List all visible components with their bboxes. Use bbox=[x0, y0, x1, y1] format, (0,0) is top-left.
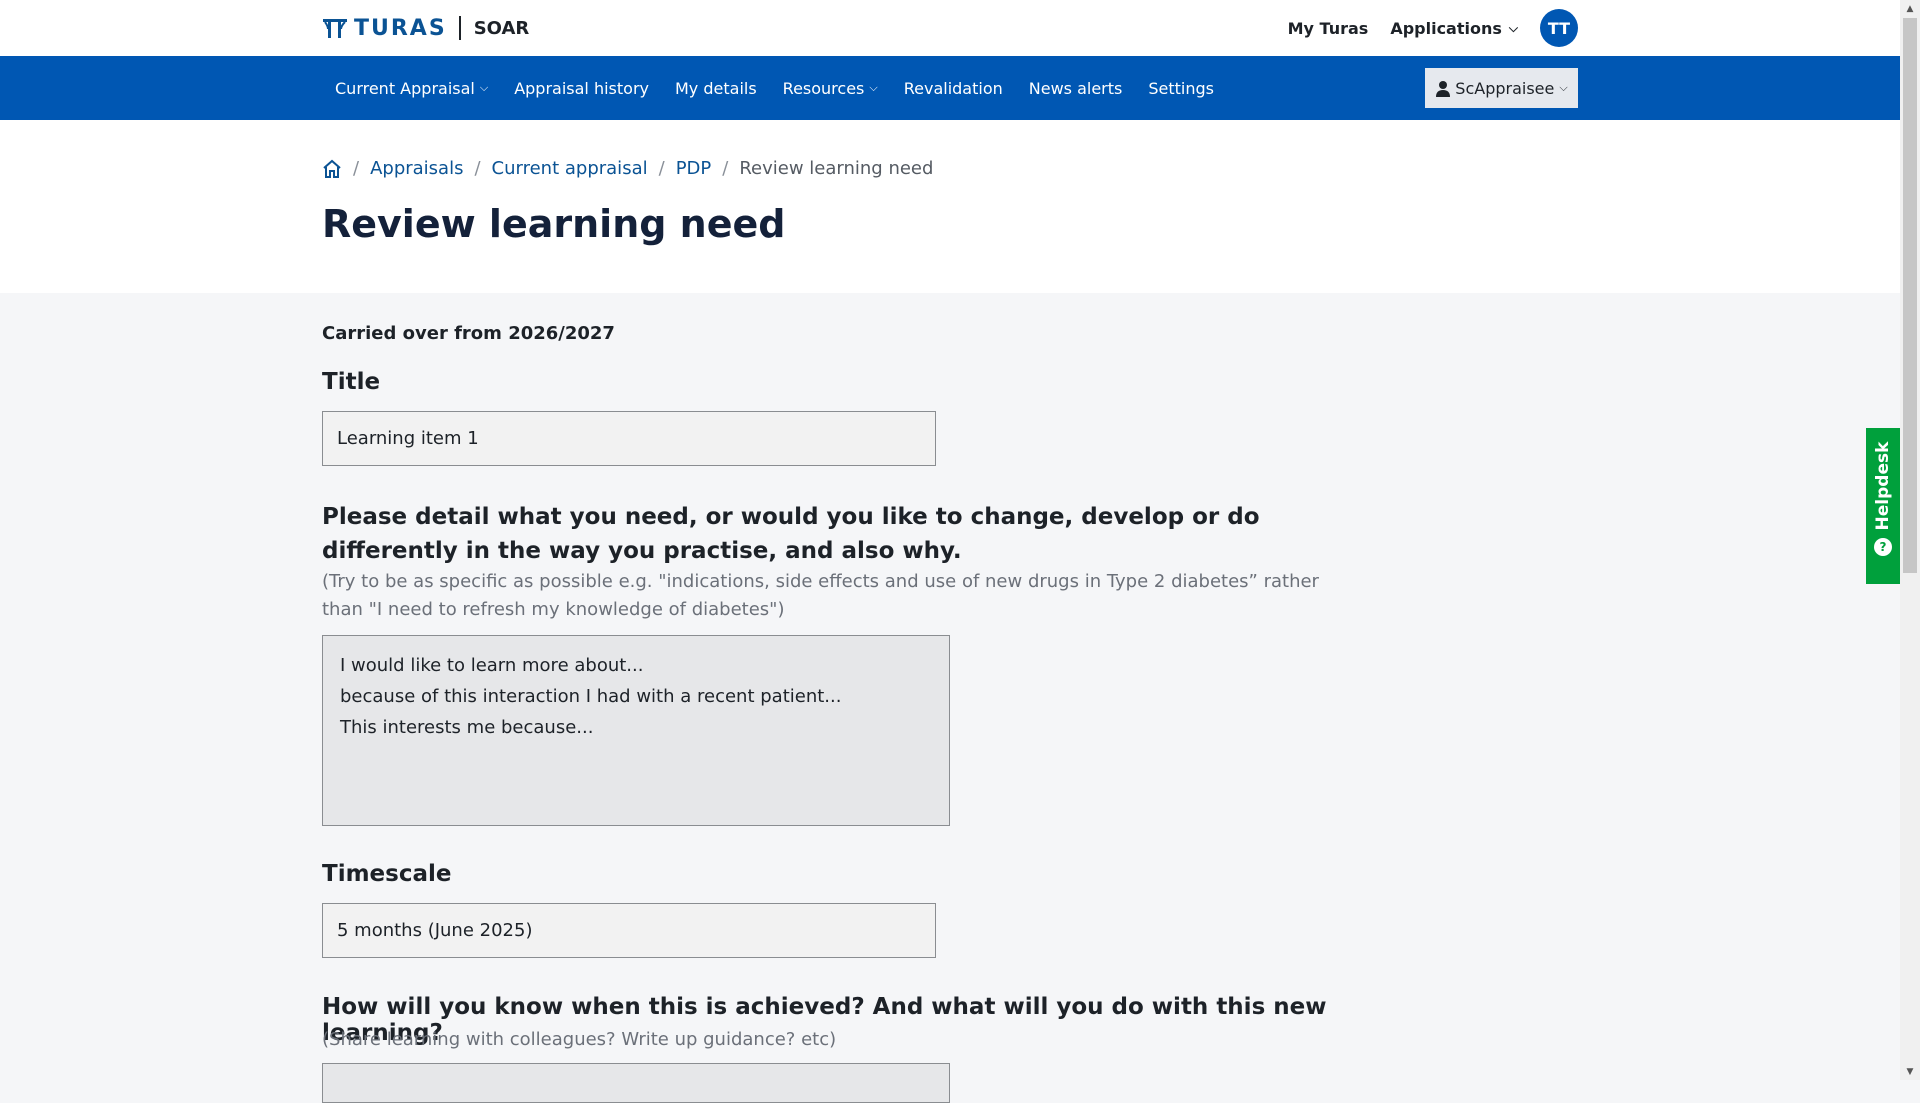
nav-item-revalidation[interactable]: Revalidation bbox=[891, 56, 1016, 120]
nav-item-appraisal-history[interactable]: Appraisal history bbox=[501, 56, 662, 120]
turas-soar-logo[interactable]: TURAS SOAR bbox=[322, 14, 529, 42]
page-heading-area: / Appraisals / Current appraisal / PDP /… bbox=[0, 120, 1900, 293]
breadcrumb-separator: / bbox=[722, 158, 729, 179]
need-textarea[interactable]: I would like to learn more about... beca… bbox=[322, 635, 950, 826]
carried-over-text: Carried over from 2026/2027 bbox=[322, 323, 615, 344]
my-turas-link[interactable]: My Turas bbox=[1288, 19, 1369, 38]
chevron-down-icon: ⌵ bbox=[869, 81, 878, 94]
nav-item-label: Appraisal history bbox=[514, 78, 649, 98]
breadcrumb-separator: / bbox=[658, 158, 665, 179]
breadcrumb-separator: / bbox=[474, 158, 481, 179]
nav-item-settings[interactable]: Settings bbox=[1135, 56, 1227, 120]
page-scrollbar[interactable]: ▲ ▼ bbox=[1900, 0, 1920, 1080]
brand-divider bbox=[458, 16, 461, 40]
chevron-down-icon: ⌵ bbox=[479, 81, 489, 94]
user-menu-button[interactable]: ScAppraisee ⌵ bbox=[1425, 68, 1578, 108]
main-nav: Current Appraisal ⌵ Appraisal history My… bbox=[0, 56, 1900, 120]
nav-item-label: Resources bbox=[782, 78, 865, 98]
breadcrumb-current: Review learning need bbox=[739, 158, 934, 179]
nav-item-current-appraisal[interactable]: Current Appraisal ⌵ bbox=[322, 56, 501, 120]
chevron-down-icon: ⌵ bbox=[1508, 20, 1518, 35]
user-menu-label: ScAppraisee bbox=[1455, 78, 1555, 98]
nav-item-label: Current Appraisal bbox=[335, 78, 475, 98]
top-header: TURAS SOAR My Turas Applications ⌵ TT bbox=[0, 0, 1900, 56]
achieved-textarea[interactable] bbox=[322, 1063, 950, 1103]
nav-item-news-alerts[interactable]: News alerts bbox=[1016, 56, 1136, 120]
timescale-input[interactable]: 5 months (June 2025) bbox=[322, 903, 936, 958]
achieved-hint-text: (Share learning with colleagues? Write u… bbox=[322, 1029, 837, 1050]
scroll-down-arrow-icon[interactable]: ▼ bbox=[1900, 1063, 1920, 1080]
scrollbar-thumb[interactable] bbox=[1903, 18, 1917, 573]
timescale-label: Timescale bbox=[322, 861, 452, 887]
applications-label: Applications bbox=[1390, 18, 1502, 38]
textarea-line: I would like to learn more about... bbox=[340, 655, 644, 676]
nav-item-my-details[interactable]: My details bbox=[662, 56, 770, 120]
scroll-up-arrow-icon[interactable]: ▲ bbox=[1900, 0, 1920, 17]
user-icon bbox=[1436, 80, 1451, 97]
nav-item-label: Revalidation bbox=[903, 78, 1003, 98]
breadcrumb: / Appraisals / Current appraisal / PDP /… bbox=[322, 158, 933, 179]
textarea-line: This interests me because... bbox=[340, 717, 594, 738]
app-name: SOAR bbox=[473, 17, 530, 39]
nav-item-label: My details bbox=[675, 78, 757, 98]
helpdesk-label: Helpdesk bbox=[1873, 441, 1893, 531]
page-title: Review learning need bbox=[322, 202, 786, 246]
chevron-down-icon: ⌵ bbox=[1559, 81, 1568, 94]
need-question-label: Please detail what you need, or would yo… bbox=[322, 504, 1260, 564]
breadcrumb-separator: / bbox=[353, 158, 360, 179]
nav-item-label: News alerts bbox=[1028, 78, 1123, 98]
nav-items: Current Appraisal ⌵ Appraisal history My… bbox=[322, 56, 1227, 120]
textarea-line: because of this interaction I had with a… bbox=[340, 686, 842, 707]
applications-menu[interactable]: Applications ⌵ bbox=[1390, 19, 1518, 38]
turas-logo-icon bbox=[323, 19, 347, 38]
top-right-links: My Turas Applications ⌵ TT bbox=[1266, 9, 1578, 47]
need-hint-text: (Try to be as specific as possible e.g. … bbox=[322, 571, 1319, 620]
home-icon[interactable] bbox=[322, 159, 342, 179]
nav-item-resources[interactable]: Resources ⌵ bbox=[770, 56, 891, 120]
avatar[interactable]: TT bbox=[1540, 9, 1578, 47]
breadcrumb-current-appraisal[interactable]: Current appraisal bbox=[492, 158, 648, 179]
breadcrumb-appraisals[interactable]: Appraisals bbox=[370, 158, 463, 179]
question-icon: ? bbox=[1874, 538, 1892, 556]
nav-item-label: Settings bbox=[1148, 78, 1214, 98]
breadcrumb-pdp[interactable]: PDP bbox=[676, 158, 712, 179]
title-label: Title bbox=[322, 369, 381, 395]
title-input[interactable]: Learning item 1 bbox=[322, 411, 936, 466]
brand-name: TURAS bbox=[354, 15, 447, 41]
helpdesk-tab[interactable]: Helpdesk ? bbox=[1866, 428, 1900, 584]
